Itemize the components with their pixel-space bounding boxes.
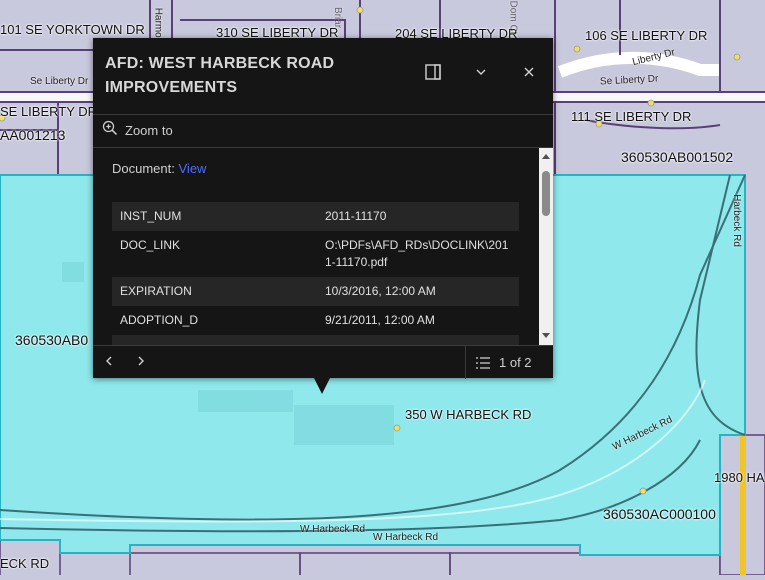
address-label: 101 SE YORKTOWN DR — [0, 22, 145, 37]
popup-header: AFD: WEST HARBECK ROAD IMPROVEMENTS — [93, 38, 553, 115]
scrollbar[interactable] — [539, 148, 553, 345]
popup-footer: 1 of 2 — [93, 345, 553, 379]
table-row: ADOPTION_D 9/21/2011, 12:00 AM — [112, 306, 519, 335]
address-label: 1980 HAR — [714, 470, 765, 485]
address-label: SE LIBERTY DR — [0, 104, 98, 119]
street-label: Briar — [332, 6, 344, 29]
table-row — [112, 335, 519, 345]
field-value: O:\PDFs\AFD_RDs\DOCLINK\2011-11170.pdf — [317, 231, 519, 277]
street-label: Harbeck Rd — [730, 194, 742, 247]
parcel-label: 360530AB0 — [15, 332, 89, 348]
popup-title: AFD: WEST HARBECK ROAD IMPROVEMENTS — [105, 55, 335, 96]
close-button[interactable] — [513, 58, 545, 90]
field-value: 9/21/2011, 12:00 AM — [325, 313, 435, 327]
parcel-label: 360530AC000100 — [603, 506, 716, 522]
doc-link-value: O:\PDFs\AFD_RDs\DOCLINK\2011-11170.pdf — [325, 238, 509, 269]
address-label: 350 W HARBECK RD — [405, 407, 532, 422]
field-name: ADOPTION_D — [120, 313, 199, 327]
parcel-label: AA001213 — [0, 127, 66, 143]
previous-icon — [104, 354, 114, 372]
address-label: 106 SE LIBERTY DR — [585, 28, 708, 43]
dock-icon — [425, 63, 441, 85]
feature-list-button[interactable]: 1 of 2 — [465, 346, 554, 379]
field-value: 2011-11170 — [317, 202, 519, 231]
popup-pointer — [314, 378, 330, 394]
previous-button[interactable] — [93, 346, 125, 379]
attribute-table: INST_NUM 2011-11170 DOC_LINK O:\PDFs\AFD… — [112, 202, 519, 345]
feature-popup: AFD: WEST HARBECK ROAD IMPROVEMENTS Zoom… — [93, 38, 553, 379]
zoom-to-icon — [102, 120, 118, 141]
field-value: 10/3/2016, 12:00 AM — [317, 277, 519, 306]
field-name: EXPIRATION — [112, 277, 317, 306]
table-row: EXPIRATION 10/3/2016, 12:00 AM — [112, 277, 519, 306]
address-label: ECK RD — [0, 556, 50, 571]
zoom-to-button[interactable]: Zoom to — [102, 120, 173, 141]
collapse-button[interactable] — [465, 58, 497, 90]
street-label: Dom Ct — [507, 0, 519, 35]
popup-actions: Zoom to — [93, 114, 553, 148]
address-label: 111 SE LIBERTY DR — [571, 109, 692, 124]
document-row: Document: View — [112, 161, 206, 176]
feature-list-icon — [475, 356, 491, 370]
field-name: DOC_LINK — [120, 238, 181, 252]
street-label: Se Liberty Dr — [30, 76, 89, 87]
dock-button[interactable] — [417, 58, 449, 90]
document-view-link[interactable]: View — [179, 161, 207, 176]
zoom-to-label: Zoom to — [125, 123, 173, 138]
street-label: W Harbeck Rd — [300, 524, 366, 535]
parcel-label: 360530AB001502 — [621, 149, 734, 165]
scroll-down-arrow[interactable] — [542, 333, 550, 338]
street-label: W Harbeck Rd — [373, 532, 439, 543]
scroll-up-arrow[interactable] — [542, 154, 550, 159]
popup-content[interactable]: Document: View INST_NUM 2011-11170 DOC_L… — [93, 148, 553, 345]
collapse-chevron-icon — [475, 65, 487, 83]
table-row: INST_NUM 2011-11170 — [112, 202, 519, 231]
table-row: DOC_LINK O:\PDFs\AFD_RDs\DOCLINK\2011-11… — [112, 231, 519, 277]
close-icon — [523, 65, 535, 83]
next-icon — [136, 354, 146, 372]
scroll-thumb[interactable] — [542, 171, 550, 216]
pager-text: 1 of 2 — [499, 355, 532, 370]
next-button[interactable] — [125, 346, 157, 379]
document-label: Document: — [112, 161, 175, 176]
field-name: INST_NUM — [112, 202, 317, 231]
